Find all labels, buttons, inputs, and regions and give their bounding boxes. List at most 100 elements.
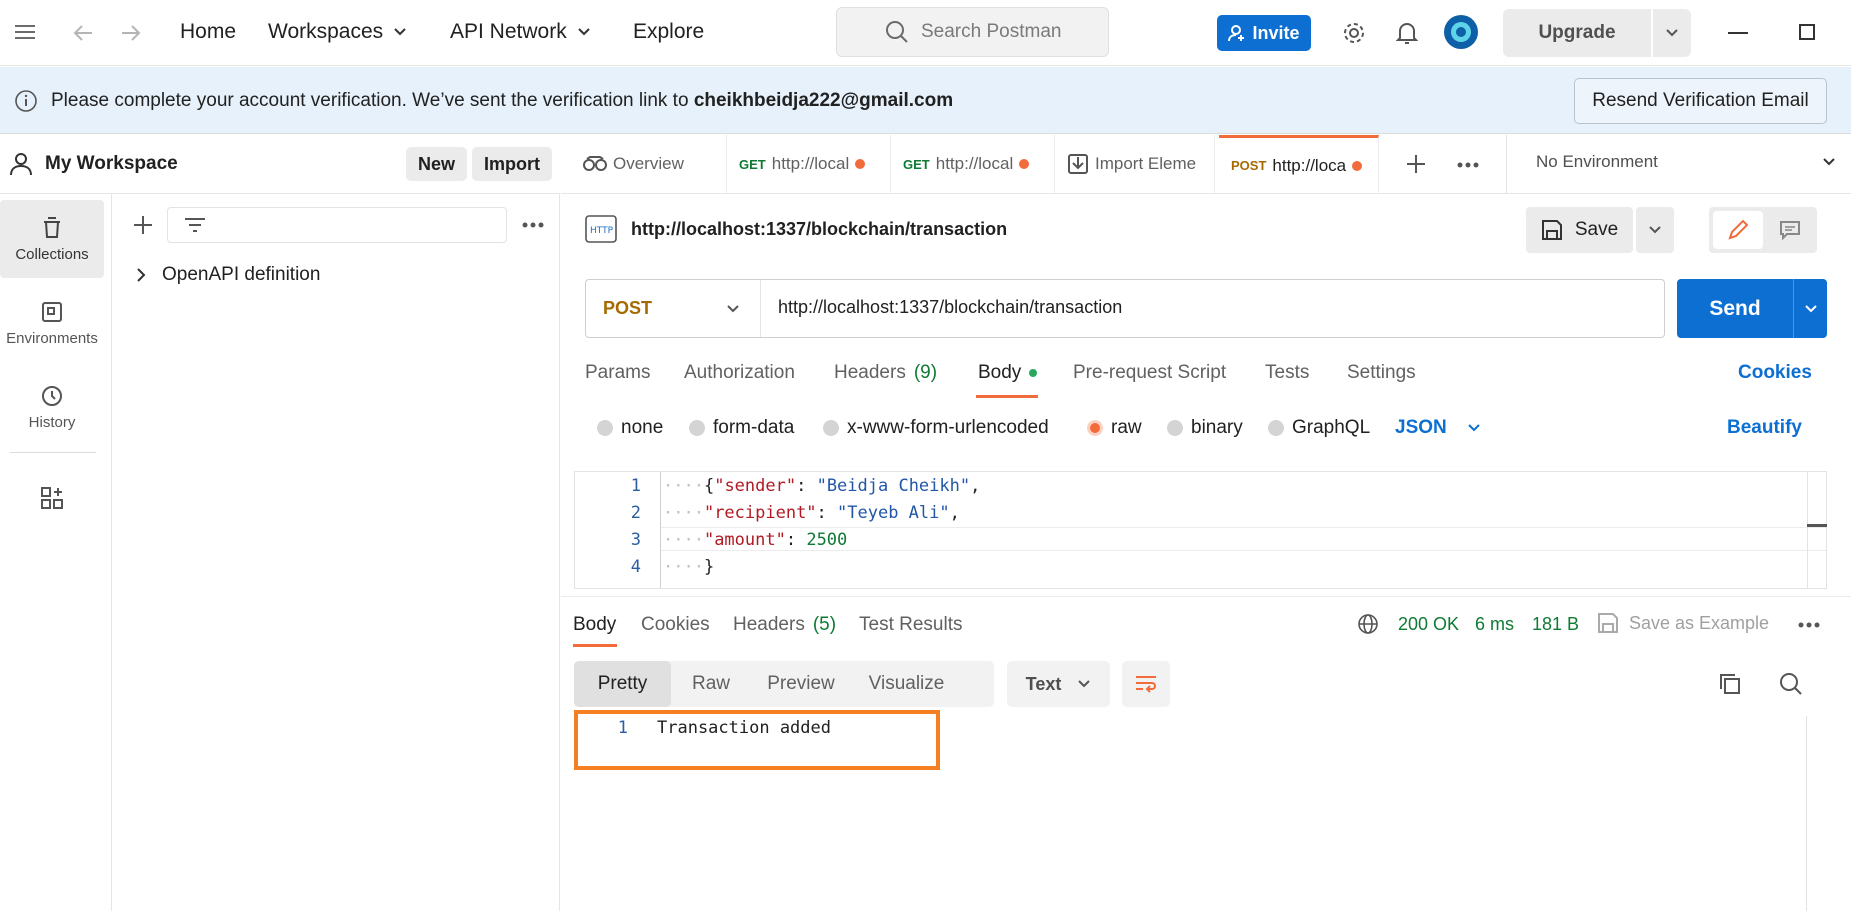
- unsaved-dot-icon: [1352, 160, 1363, 171]
- response-size[interactable]: 181 B: [1532, 614, 1579, 635]
- import-button[interactable]: Import: [472, 147, 552, 181]
- cookies-link[interactable]: Cookies: [1738, 362, 1812, 384]
- editor-scrollbar[interactable]: [1807, 472, 1808, 588]
- radio-graphql[interactable]: GraphQL: [1268, 417, 1370, 439]
- upgrade-button[interactable]: Upgrade: [1503, 9, 1651, 57]
- notifications-bell-icon[interactable]: [1396, 20, 1418, 46]
- sidebar-rail: Collections Environments History: [0, 194, 112, 911]
- radio-urlencoded[interactable]: x-www-form-urlencoded: [823, 417, 1049, 439]
- json-sep: :: [816, 503, 838, 523]
- chevron-down-icon: [1078, 680, 1091, 688]
- edit-mode-button[interactable]: [1713, 211, 1763, 249]
- radio-form-data[interactable]: form-data: [689, 417, 794, 439]
- sidebar-item-environments[interactable]: Environments: [0, 284, 104, 362]
- chevron-right-icon: [137, 268, 146, 282]
- maximize-window-icon[interactable]: [1799, 24, 1815, 40]
- request-title[interactable]: http://localhost:1337/blockchain/transac…: [631, 219, 1007, 240]
- tree-item-openapi-definition[interactable]: OpenAPI definition: [136, 264, 320, 286]
- view-preview[interactable]: Preview: [751, 661, 851, 707]
- method-select[interactable]: POST: [586, 280, 761, 337]
- tab-post-request-active[interactable]: POST http://loca: [1219, 135, 1379, 193]
- response-more-options-icon[interactable]: [1798, 622, 1820, 628]
- send-button[interactable]: Send: [1677, 279, 1793, 338]
- nav-workspaces[interactable]: Workspaces: [268, 20, 407, 44]
- filter-input[interactable]: [167, 207, 507, 243]
- save-label: Save: [1574, 219, 1619, 240]
- tab-prerequest-script[interactable]: Pre-request Script: [1073, 362, 1226, 384]
- radio-none[interactable]: none: [597, 417, 663, 439]
- configure-sidebar-icon[interactable]: [40, 486, 64, 510]
- resend-verification-button[interactable]: Resend Verification Email: [1574, 78, 1827, 124]
- tab-body[interactable]: Body: [978, 362, 1038, 384]
- request-body-editor[interactable]: 1 ····{"sender": "Beidja Cheikh", 2 ····…: [574, 471, 1827, 589]
- tab-overview[interactable]: Overview: [571, 135, 727, 193]
- view-pretty[interactable]: Pretty: [574, 661, 671, 707]
- environment-label: No Environment: [1536, 152, 1658, 171]
- back-arrow-icon[interactable]: [72, 23, 94, 43]
- save-dropdown-button[interactable]: [1636, 207, 1674, 253]
- view-visualize[interactable]: Visualize: [851, 661, 962, 707]
- json-key: "amount": [703, 530, 786, 550]
- workspace-name[interactable]: My Workspace: [45, 153, 178, 175]
- beautify-link[interactable]: Beautify: [1727, 417, 1802, 439]
- tab-method: POST: [1231, 158, 1267, 173]
- search-response-icon[interactable]: [1779, 672, 1803, 696]
- response-tab-test-results[interactable]: Test Results: [859, 614, 962, 636]
- radio-raw[interactable]: raw: [1087, 417, 1142, 439]
- tab-authorization[interactable]: Authorization: [684, 362, 795, 384]
- view-raw[interactable]: Raw: [671, 661, 751, 707]
- tab-import-elements[interactable]: Import Eleme: [1055, 135, 1215, 193]
- sidebar-item-collections[interactable]: Collections: [0, 200, 104, 278]
- json-value: "Beidja Cheikh": [816, 476, 971, 496]
- tab-get-request-1[interactable]: GET http://local: [727, 135, 891, 193]
- nav-api-network[interactable]: API Network: [450, 20, 591, 44]
- upgrade-dropdown-button[interactable]: [1653, 9, 1691, 57]
- search-input[interactable]: Search Postman: [836, 7, 1109, 57]
- save-as-example-button[interactable]: Save as Example: [1597, 612, 1769, 634]
- url-input[interactable]: http://localhost:1337/blockchain/transac…: [778, 297, 1122, 318]
- workspace-header: My Workspace New Import: [0, 135, 560, 194]
- menu-icon[interactable]: [14, 24, 36, 40]
- nav-home[interactable]: Home: [180, 20, 236, 44]
- wrap-lines-button[interactable]: [1122, 661, 1170, 707]
- new-tab-icon[interactable]: [1405, 153, 1427, 175]
- json-sep: :: [785, 530, 807, 550]
- avatar[interactable]: [1443, 14, 1479, 50]
- globe-icon[interactable]: [1357, 613, 1379, 635]
- response-format-select[interactable]: Text: [1007, 661, 1110, 707]
- comments-button[interactable]: [1765, 211, 1815, 249]
- save-button[interactable]: Save: [1526, 207, 1633, 253]
- more-options-icon[interactable]: [522, 222, 544, 228]
- invite-button[interactable]: Invite: [1217, 15, 1311, 51]
- rail-divider: [10, 452, 96, 453]
- response-time[interactable]: 6 ms: [1475, 614, 1514, 635]
- tab-get-request-2[interactable]: GET http://local: [891, 135, 1055, 193]
- sidebar-item-history[interactable]: History: [0, 368, 104, 446]
- headers-count: (9): [913, 362, 938, 383]
- response-status[interactable]: 200 OK: [1398, 614, 1459, 635]
- response-tab-body[interactable]: Body: [573, 614, 616, 636]
- nav-explore[interactable]: Explore: [633, 20, 704, 44]
- tab-tests[interactable]: Tests: [1265, 362, 1309, 384]
- send-dropdown-button[interactable]: [1794, 279, 1827, 338]
- chevron-down-icon: [1666, 29, 1678, 37]
- tab-headers[interactable]: Headers (9): [834, 362, 937, 384]
- environment-selector[interactable]: No Environment: [1536, 152, 1836, 172]
- settings-gear-icon[interactable]: [1342, 21, 1366, 45]
- response-scrollbar[interactable]: [1806, 716, 1807, 911]
- json-end: ,: [970, 476, 981, 496]
- new-button[interactable]: New: [406, 147, 468, 181]
- response-tab-cookies[interactable]: Cookies: [641, 614, 710, 636]
- minimize-window-icon[interactable]: [1728, 32, 1748, 34]
- tab-options-icon[interactable]: [1457, 162, 1479, 168]
- format-select[interactable]: JSON: [1395, 417, 1481, 439]
- forward-arrow-icon[interactable]: [120, 23, 142, 43]
- chevron-down-icon: [1468, 424, 1480, 432]
- radio-binary[interactable]: binary: [1167, 417, 1243, 439]
- copy-icon[interactable]: [1719, 673, 1741, 695]
- add-collection-icon[interactable]: [132, 214, 154, 236]
- tab-settings[interactable]: Settings: [1347, 362, 1416, 384]
- response-tab-headers[interactable]: Headers (5): [733, 614, 836, 636]
- code-line: ····"amount": 2500: [663, 530, 848, 550]
- tab-params[interactable]: Params: [585, 362, 650, 384]
